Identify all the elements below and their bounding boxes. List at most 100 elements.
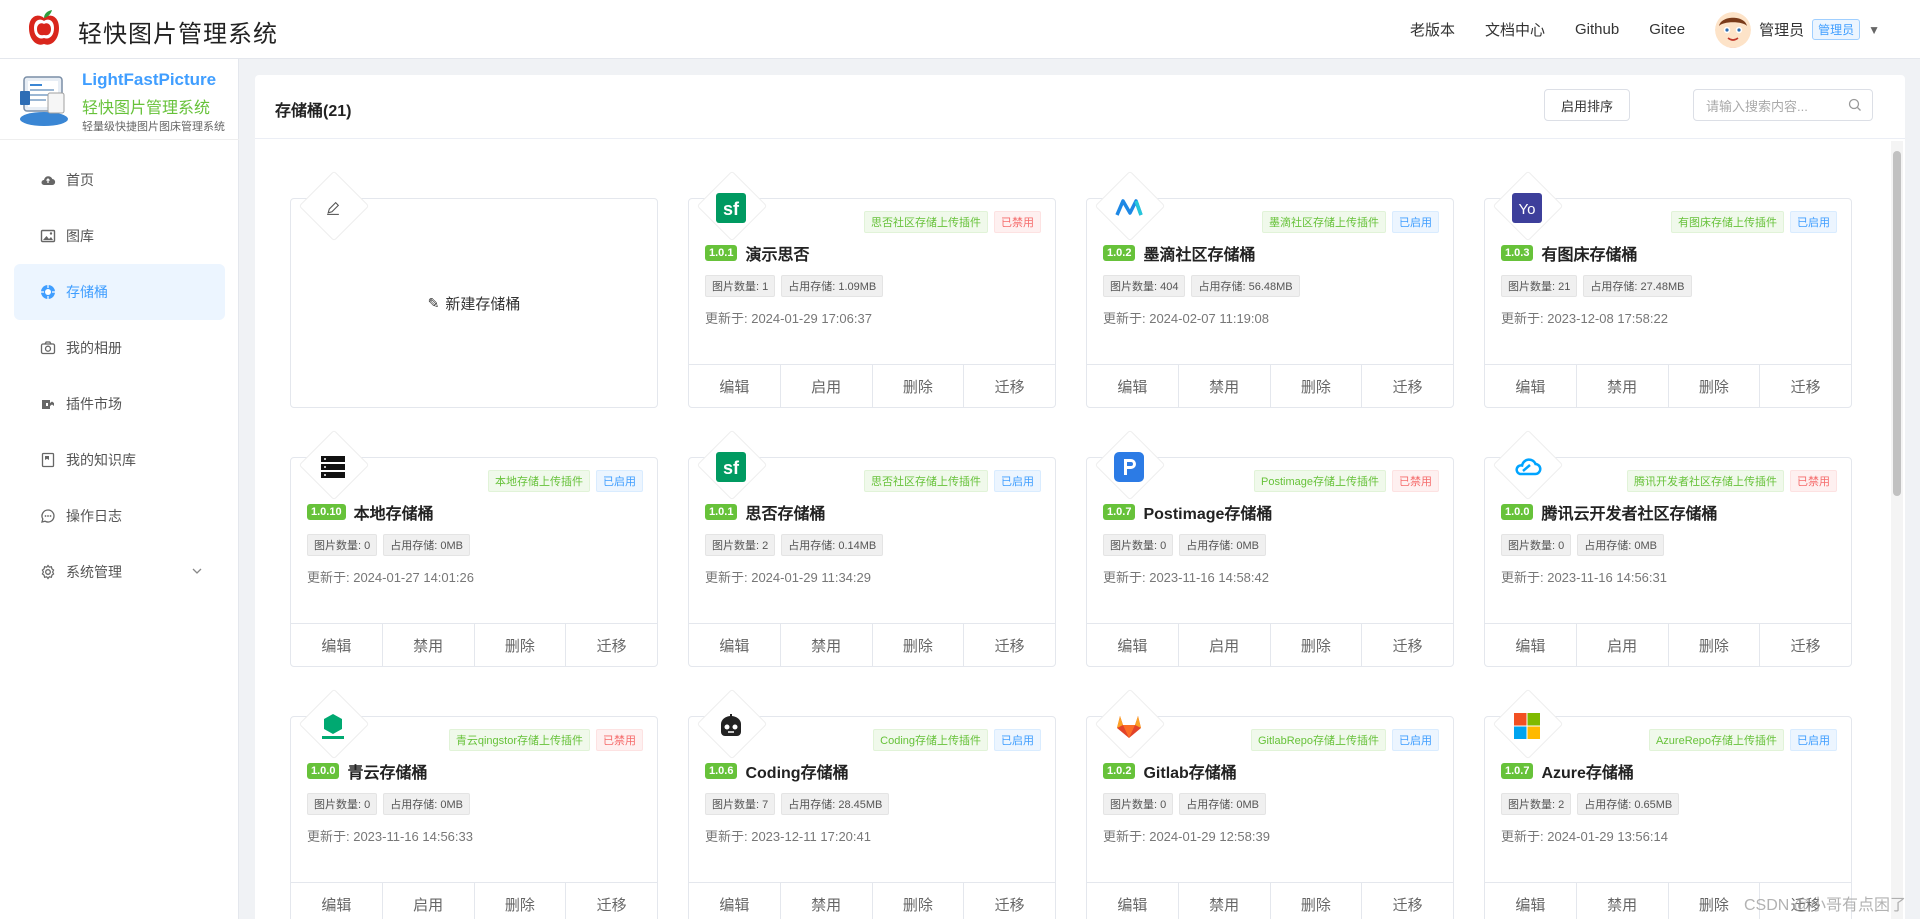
card-title-row: 1.0.7 Azure存储桶 [1501, 759, 1634, 783]
storage-size: 占用存储: 0MB [383, 534, 470, 556]
yo-icon: Yo [1501, 182, 1553, 234]
scrollbar-thumb[interactable] [1893, 151, 1901, 496]
card-stats: 图片数量: 0 占用存储: 0MB [1103, 534, 1272, 556]
migrate-button[interactable]: 迁移 [1362, 883, 1453, 919]
card-actions: 编辑 启用 删除 迁移 [291, 882, 657, 919]
vertical-scrollbar[interactable] [1891, 141, 1903, 919]
edit-button[interactable]: 编辑 [689, 883, 781, 919]
svg-text:sf: sf [723, 199, 740, 219]
toggle-button[interactable]: 禁用 [781, 624, 873, 666]
delete-button[interactable]: 删除 [1669, 624, 1761, 666]
card-stats: 图片数量: 21 占用存储: 27.48MB [1501, 275, 1698, 297]
toggle-button[interactable]: 禁用 [781, 883, 873, 919]
delete-button[interactable]: 删除 [873, 883, 965, 919]
plugin-tag: Coding存储上传插件 [873, 729, 988, 751]
updated-time: 更新于: 2024-01-29 17:06:37 [705, 311, 872, 326]
plugin-tag: 有图床存储上传插件 [1671, 211, 1784, 233]
delete-button[interactable]: 删除 [1271, 883, 1363, 919]
edit-button[interactable]: 编辑 [1087, 624, 1179, 666]
image-count: 图片数量: 1 [705, 275, 776, 297]
card-stats: 图片数量: 7 占用存储: 28.45MB [705, 793, 895, 815]
edit-button[interactable]: 编辑 [291, 624, 383, 666]
card-stats: 图片数量: 1 占用存储: 1.09MB [705, 275, 889, 297]
delete-button[interactable]: 删除 [873, 365, 965, 407]
gear-icon [40, 564, 56, 580]
image-count: 图片数量: 0 [307, 793, 378, 815]
toggle-button[interactable]: 禁用 [1179, 365, 1271, 407]
bucket-card: AzureRepo存储上传插件 已启用 1.0.7 Azure存储桶 图片数量: 2… [1484, 688, 1852, 919]
delete-button[interactable]: 删除 [1271, 624, 1363, 666]
delete-button[interactable]: 删除 [475, 883, 567, 919]
sf-icon: sf [705, 182, 757, 234]
version-badge: 1.0.0 [307, 763, 340, 779]
sidebar-item-home[interactable]: 首页 [14, 152, 225, 208]
nav-gitee[interactable]: Gitee [1649, 21, 1685, 38]
avatar[interactable] [1715, 11, 1752, 48]
toggle-button[interactable]: 启用 [781, 365, 873, 407]
top-header: 轻快图片管理系统 老版本 文档中心 Github Gitee 管理员 管理员 ▼ [0, 0, 1920, 59]
toggle-button[interactable]: 启用 [1179, 624, 1271, 666]
sidebar-item-label: 存储桶 [66, 284, 108, 300]
sidebar-item-plugins[interactable]: 插件市场 [14, 376, 225, 432]
new-bucket-button[interactable]: ✎ 新建存储桶 [291, 199, 657, 407]
migrate-button[interactable]: 迁移 [1760, 365, 1851, 407]
migrate-button[interactable]: 迁移 [1760, 624, 1851, 666]
delete-button[interactable]: 删除 [1271, 365, 1363, 407]
sidebar-item-logs[interactable]: 操作日志 [14, 488, 225, 544]
migrate-button[interactable]: 迁移 [566, 883, 657, 919]
brand-subtitle: 轻量级快捷图片图床管理系统 [82, 121, 225, 133]
card-actions: 编辑 启用 删除 迁移 [689, 364, 1055, 407]
nav-old-version[interactable]: 老版本 [1410, 19, 1455, 40]
new-bucket-card[interactable]: ✎ 新建存储桶 [290, 170, 658, 408]
sidebar-item-albums[interactable]: 我的相册 [14, 320, 225, 376]
sf-icon: sf [705, 441, 757, 493]
user-menu[interactable]: 管理员 管理员 ▼ [1715, 11, 1880, 48]
migrate-button[interactable]: 迁移 [566, 624, 657, 666]
toggle-button[interactable]: 禁用 [1577, 365, 1669, 407]
search-input[interactable] [1704, 90, 1848, 122]
card-title-row: 1.0.7 Postimage存储桶 [1103, 500, 1272, 524]
sidebar-item-system[interactable]: 系统管理 [14, 544, 225, 600]
search-icon[interactable] [1848, 98, 1862, 112]
nav-docs[interactable]: 文档中心 [1485, 19, 1545, 40]
apple-logo-icon[interactable] [26, 9, 62, 49]
edit-button[interactable]: 编辑 [1485, 883, 1577, 919]
delete-button[interactable]: 删除 [873, 624, 965, 666]
edit-button[interactable]: 编辑 [1485, 365, 1577, 407]
status-badge: 已禁用 [596, 729, 643, 751]
bucket-card: 本地存储上传插件 已启用 1.0.10 本地存储桶 图片数量: 0 占用存储: 0MB… [290, 429, 658, 667]
sidebar-item-knowledge[interactable]: 我的知识库 [14, 432, 225, 488]
edit-button[interactable]: 编辑 [1485, 624, 1577, 666]
delete-button[interactable]: 删除 [1669, 365, 1761, 407]
edit-button[interactable]: 编辑 [291, 883, 383, 919]
toggle-button[interactable]: 启用 [1577, 624, 1669, 666]
edit-button[interactable]: 编辑 [689, 624, 781, 666]
edit-button[interactable]: 编辑 [1087, 365, 1179, 407]
migrate-button[interactable]: 迁移 [1362, 624, 1453, 666]
sidebar-item-gallery[interactable]: 图库 [14, 208, 225, 264]
migrate-button[interactable]: 迁移 [964, 624, 1055, 666]
toggle-button[interactable]: 禁用 [1179, 883, 1271, 919]
sidebar-item-storage[interactable]: 存储桶 [14, 264, 225, 320]
storage-panel: 存储桶(21) 启用排序 ✎新建存储桶 sf 思否社区存储上传插件已禁用 1.0… [255, 75, 1905, 919]
edit-button[interactable]: 编辑 [1087, 883, 1179, 919]
toggle-button[interactable]: 启用 [383, 883, 475, 919]
version-badge: 1.0.10 [307, 504, 346, 520]
sidebar-item-label: 图库 [66, 228, 94, 244]
enable-sort-button[interactable]: 启用排序 [1544, 89, 1630, 121]
chevron-down-icon[interactable]: ▼ [1868, 23, 1880, 37]
card-actions: 编辑 启用 删除 迁移 [1485, 623, 1851, 666]
migrate-button[interactable]: 迁移 [964, 365, 1055, 407]
chevron-down-icon[interactable] [191, 565, 203, 580]
sidebar-item-label: 我的知识库 [66, 452, 136, 468]
migrate-button[interactable]: 迁移 [1362, 365, 1453, 407]
toggle-button[interactable]: 禁用 [383, 624, 475, 666]
migrate-button[interactable]: 迁移 [964, 883, 1055, 919]
status-badge: 已启用 [1790, 211, 1837, 233]
delete-button[interactable]: 删除 [475, 624, 567, 666]
toggle-button[interactable]: 禁用 [1577, 883, 1669, 919]
edit-button[interactable]: 编辑 [689, 365, 781, 407]
nav-github[interactable]: Github [1575, 21, 1619, 38]
plugin-tag: 墨滴社区存储上传插件 [1262, 211, 1386, 233]
image-count: 图片数量: 0 [1501, 534, 1572, 556]
